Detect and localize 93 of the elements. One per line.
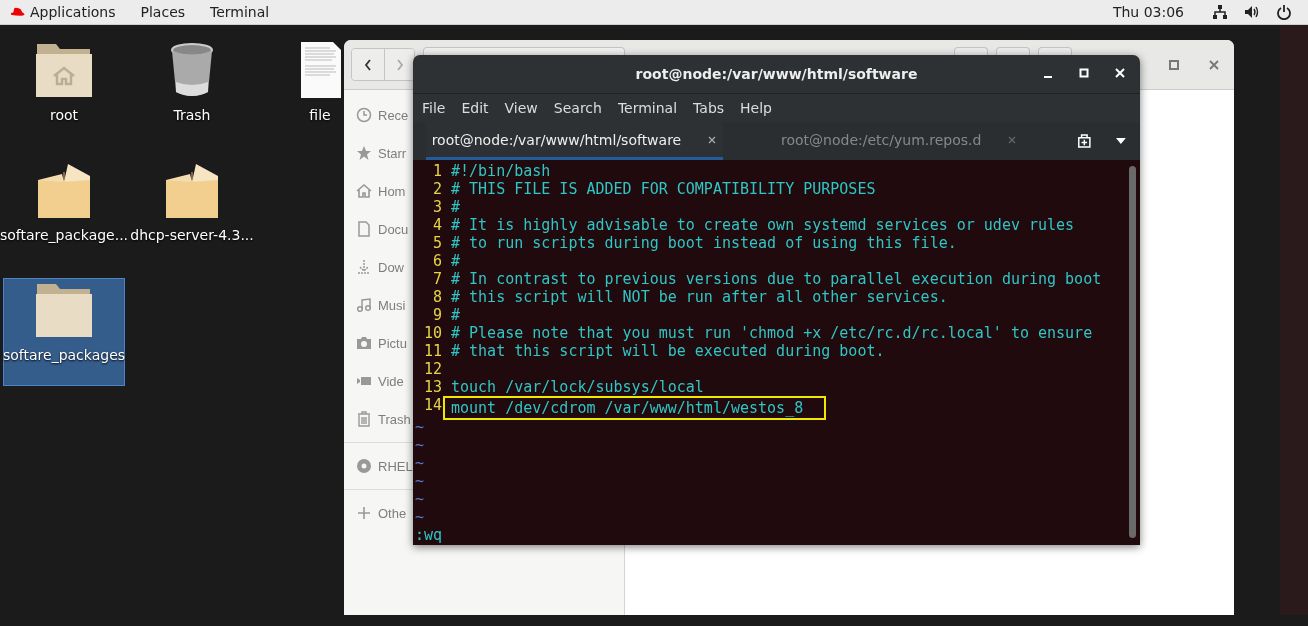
top-menu[interactable]: Applications	[30, 4, 116, 20]
network-icon[interactable]	[1212, 4, 1228, 20]
menu-item[interactable]: Terminal	[617, 100, 678, 116]
code-line: # that this script will be executed during boot.	[451, 342, 885, 360]
sidebar-item[interactable]: Hom	[344, 172, 413, 210]
tilde-marker: ~	[415, 472, 425, 490]
home-icon	[356, 183, 372, 199]
code-line: # THIS FILE IS ADDED FOR COMPATIBILITY PURPOSES	[451, 180, 876, 198]
line-number: 1	[431, 162, 442, 180]
menu-item[interactable]: Tabs	[693, 100, 725, 116]
chevron-left-icon	[363, 57, 373, 72]
download-icon	[356, 259, 372, 275]
sidebar-item[interactable]: RHEL	[344, 447, 413, 485]
line-number: 9	[431, 306, 442, 324]
desktop-icon[interactable]: Trash	[131, 38, 253, 146]
plus-icon	[356, 505, 372, 521]
code-line: mount /dev/cdrom /var/www/html/westos_8	[451, 399, 804, 417]
top-menu[interactable]: Terminal	[210, 4, 270, 20]
line-number: 2	[431, 180, 442, 198]
chevron-right-icon	[394, 57, 405, 72]
code-line: #	[451, 306, 461, 324]
sidebar-item[interactable]: Pictu	[344, 324, 413, 362]
icon-label: softare_packages	[2, 347, 126, 363]
line-number: 4	[431, 216, 442, 234]
icon-label: softare_package...	[0, 227, 129, 243]
menu-item[interactable]: Search	[553, 100, 602, 116]
menu-item[interactable]: File	[422, 100, 446, 116]
window-title: root@node:/var/www/html/software	[635, 66, 918, 82]
line-number: 8	[431, 288, 442, 306]
code-line: # to run scripts during boot instead of using this file.	[451, 234, 957, 252]
music-icon	[356, 297, 372, 313]
desktop-icon[interactable]: root	[3, 38, 125, 146]
desktop-icon[interactable]: file	[298, 38, 342, 146]
top-menu[interactable]: Places	[140, 4, 186, 20]
line-number: 10	[422, 324, 442, 342]
tilde-marker: ~	[415, 418, 425, 436]
code-line: touch /var/lock/subsys/local	[451, 378, 704, 396]
sidebar-item[interactable]: Dow	[344, 248, 413, 286]
command-line: :wq	[415, 526, 443, 544]
menu-item[interactable]: Edit	[461, 100, 489, 116]
code-line: # this script will NOT be run after all other services.	[451, 288, 948, 306]
tilde-marker: ~	[415, 454, 425, 472]
star-icon	[356, 145, 372, 161]
folder-icon	[34, 281, 94, 339]
sidebar-item[interactable]: Musi	[344, 286, 413, 324]
icon-label: root	[49, 107, 79, 123]
line-number: 5	[431, 234, 442, 252]
sidebar-item[interactable]: Trash	[344, 400, 413, 438]
code-line: #	[451, 252, 461, 270]
close-tab-icon[interactable]	[1007, 134, 1018, 145]
icon-label: file	[309, 107, 331, 123]
disc-icon	[356, 458, 372, 474]
code-line: #!/bin/bash	[451, 162, 551, 180]
line-number: 13	[422, 378, 442, 396]
tab[interactable]: root@node:/etc/yum.repos.d	[722, 122, 1076, 160]
code-line: # In contrast to previous versions due to parallel execution during boot	[451, 270, 1102, 288]
home-folder-icon	[34, 41, 94, 99]
caret-icon[interactable]	[1116, 138, 1126, 144]
clock[interactable]: Thu 03:06	[1112, 4, 1184, 20]
hat-icon[interactable]	[9, 5, 26, 19]
tilde-marker: ~	[415, 490, 425, 508]
menu-item[interactable]: Help	[740, 100, 772, 116]
sidebar-item[interactable]: Vide	[344, 362, 413, 400]
desktop-icon[interactable]: softare_packages	[3, 278, 125, 386]
power-icon[interactable]	[1276, 4, 1292, 20]
menu-item[interactable]: View	[504, 100, 538, 116]
line-number: 6	[431, 252, 442, 270]
document-icon	[356, 221, 372, 237]
new-tab-icon[interactable]	[1075, 133, 1093, 149]
close-tab-icon[interactable]	[707, 134, 718, 145]
code-line: #	[451, 198, 461, 216]
scrollbar[interactable]	[1129, 166, 1136, 538]
trash-icon	[356, 411, 372, 427]
volume-icon[interactable]	[1244, 4, 1260, 20]
clock-icon	[356, 107, 372, 123]
code-line: # It is highly advisable to create own systemd services or udev rules	[451, 216, 1075, 234]
line-number: 7	[431, 270, 442, 288]
icon-label: Trash	[173, 107, 211, 123]
sidebar-item[interactable]: Starr	[344, 134, 413, 172]
code-line: # Please note that you must run 'chmod +x /etc/rc.d/rc.local' to ensure	[451, 324, 1093, 342]
camera-icon	[356, 335, 372, 351]
tilde-marker: ~	[415, 436, 425, 454]
sidebar-item[interactable]: Othe	[344, 494, 413, 532]
forward-button[interactable]	[385, 49, 414, 80]
sidebar-item[interactable]: Docu	[344, 210, 413, 248]
tilde-marker: ~	[415, 508, 425, 526]
line-number: 11	[422, 342, 442, 360]
line-number: 14	[422, 396, 442, 416]
icon-label: dhcp-server-4.3...	[130, 227, 254, 243]
sidebar-item[interactable]: Rece	[344, 96, 413, 134]
line-number: 12	[422, 360, 442, 378]
desktop-icon[interactable]: dhcp-server-4.3...	[131, 158, 253, 266]
line-number: 3	[431, 198, 442, 216]
